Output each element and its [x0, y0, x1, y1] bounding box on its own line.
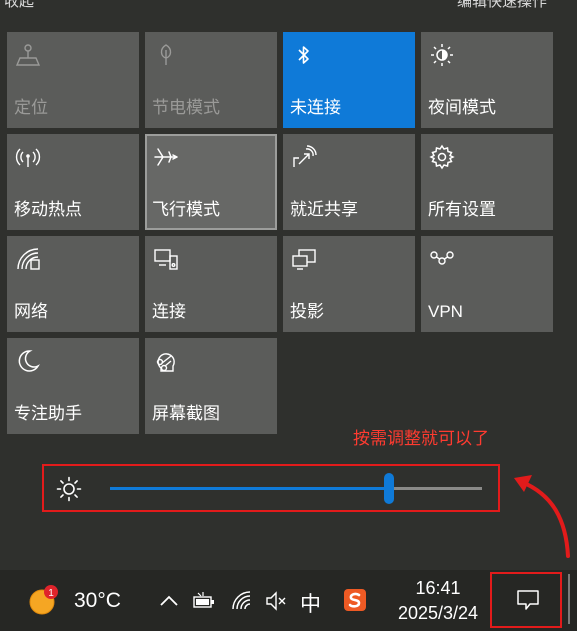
quick-action-label: VPN [428, 302, 463, 321]
quick-action-tile[interactable]: 移动热点 [7, 134, 139, 230]
quick-action-tile[interactable]: 连接 [145, 236, 277, 332]
clock-time: 16:41 [415, 578, 461, 598]
quick-action-tile[interactable]: 就近共享 [283, 134, 415, 230]
quick-action-tile[interactable]: 定位 [7, 32, 139, 128]
quick-action-tile[interactable]: 专注助手 [7, 338, 139, 434]
quick-action-label: 定位 [14, 98, 48, 117]
notification-icon [517, 590, 539, 610]
annotation-arrow [514, 475, 570, 558]
quick-action-tile[interactable]: 投影 [283, 236, 415, 332]
quick-action-label: 连接 [152, 302, 186, 321]
project-icon [291, 246, 317, 272]
cropped-header: 收起 编辑快速操作 [0, 0, 577, 12]
quick-action-label: 所有设置 [428, 200, 496, 219]
cropped-header-left: 收起 [4, 0, 35, 10]
quick-action-label: 移动热点 [14, 200, 82, 219]
quick-action-label: 就近共享 [290, 200, 358, 219]
taskbar: 1 30°C 中 16:41 2025/3/24 [0, 570, 577, 631]
bluetooth-icon [291, 42, 317, 68]
brightness-slider[interactable] [110, 473, 482, 504]
quick-action-label: 网络 [14, 302, 48, 321]
quick-action-label: 节电模式 [152, 98, 220, 117]
input-method-indicator[interactable]: 中 [300, 588, 321, 618]
brightness-highlight [42, 464, 500, 512]
network-icon [15, 246, 41, 272]
quick-action-label: 专注助手 [14, 404, 82, 423]
quick-action-label: 飞行模式 [152, 200, 220, 219]
quick-action-tile[interactable]: 节电模式 [145, 32, 277, 128]
weather-badge: 1 [48, 588, 54, 599]
vpn-icon [429, 246, 455, 272]
hotspot-icon [15, 144, 41, 170]
battery-saver-icon [153, 42, 179, 68]
chevron-up-icon[interactable] [157, 589, 181, 613]
airplane-icon [153, 144, 179, 170]
screen-snip-icon [153, 348, 179, 374]
quick-action-tile[interactable]: 屏幕截图 [145, 338, 277, 434]
system-clock[interactable]: 16:41 2025/3/24 [386, 576, 490, 626]
quick-action-tile[interactable]: 夜间模式 [421, 32, 553, 128]
battery-icon[interactable] [192, 589, 216, 613]
quick-action-tile[interactable]: 所有设置 [421, 134, 553, 230]
wifi-icon[interactable] [230, 589, 254, 613]
volume-muted-icon[interactable] [264, 589, 288, 613]
nearby-share-icon [291, 144, 317, 170]
clock-date: 2025/3/24 [397, 603, 479, 623]
quick-action-tile[interactable]: 网络 [7, 236, 139, 332]
weather-icon[interactable]: 1 [27, 585, 59, 617]
quick-action-label: 屏幕截图 [152, 404, 220, 423]
quick-action-tile[interactable]: VPN [421, 236, 553, 332]
quick-action-tile[interactable]: 未连接 [283, 32, 415, 128]
focus-assist-icon [15, 348, 41, 374]
brightness-thumb[interactable] [384, 473, 394, 504]
location-icon [15, 42, 41, 68]
annotation-text: 按需调整就可以了 [353, 429, 489, 448]
cropped-header-right: 编辑快速操作 [456, 0, 547, 10]
quick-action-tile[interactable]: 飞行模式 [145, 134, 277, 230]
sun-icon [56, 476, 82, 502]
quick-action-label: 未连接 [290, 98, 341, 117]
gear-icon [429, 144, 455, 170]
temperature-label[interactable]: 30°C [74, 589, 121, 613]
brightness-fill [110, 487, 389, 490]
show-desktop-edge[interactable] [568, 574, 570, 624]
night-light-icon [429, 42, 455, 68]
quick-action-label: 夜间模式 [428, 98, 496, 117]
action-center-button[interactable] [490, 572, 562, 628]
connect-icon [153, 246, 179, 272]
quick-action-label: 投影 [290, 302, 324, 321]
sogou-input-icon[interactable] [343, 588, 367, 612]
